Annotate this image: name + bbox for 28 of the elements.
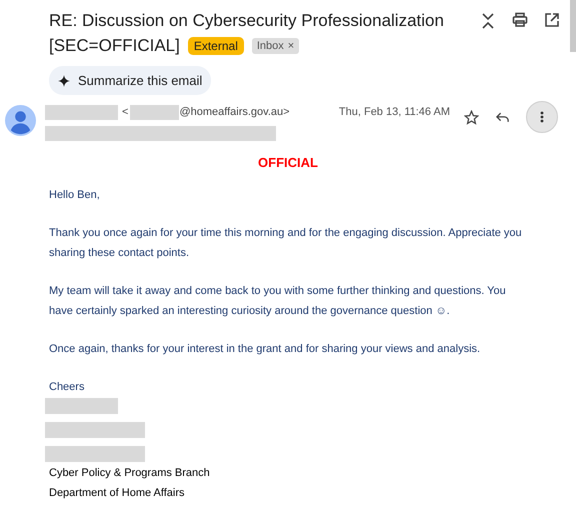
avatar-icon (5, 105, 36, 136)
more-icon (540, 111, 544, 123)
classification-marking: OFFICIAL (258, 154, 318, 170)
summarize-button[interactable]: Summarize this email (49, 66, 212, 95)
reply-icon[interactable] (495, 110, 510, 124)
label-text: Inbox (256, 38, 284, 54)
redaction-block (130, 104, 180, 120)
email-paragraph: Hello Ben, (49, 188, 101, 202)
remove-label-button[interactable]: × (288, 38, 294, 54)
signature-line: Cyber Policy & Programs Branch (49, 466, 211, 480)
email-subject: [SEC=OFFICIAL] (49, 35, 180, 57)
sparkle-icon (58, 74, 70, 86)
open-in-new-window-icon[interactable] (544, 12, 560, 28)
sender-email-domain: @homeaffairs.gov.au> (179, 105, 290, 120)
email-paragraph: Once again, thanks for your interest in the grant and for sharing your views and analysis. (49, 342, 482, 356)
scrollbar[interactable] (570, 0, 576, 52)
email-paragraph: Thank you once again for your time this morning and for the engaging discussion. Appreciate you sharing these contact points. (49, 226, 523, 260)
signature-line: Department of Home Affairs (49, 486, 186, 500)
external-label: External (188, 36, 244, 54)
more-options-button[interactable] (526, 101, 558, 133)
email-subject: RE: Discussion on Cybersecurity Professionalization (49, 10, 444, 32)
email-date: Thu, Feb 13, 11:46 AM (338, 105, 450, 120)
email-paragraph: My team will take it away and come back to you with some further thinking and questions. You have certainly sparked an interesting curiosity around the governance question ☺. (49, 284, 507, 318)
email-bracket: < (122, 105, 128, 120)
signoff-text: Cheers (49, 380, 86, 394)
collapse-icon[interactable] (480, 12, 496, 30)
print-icon[interactable] (512, 12, 528, 28)
star-icon[interactable] (464, 110, 479, 124)
